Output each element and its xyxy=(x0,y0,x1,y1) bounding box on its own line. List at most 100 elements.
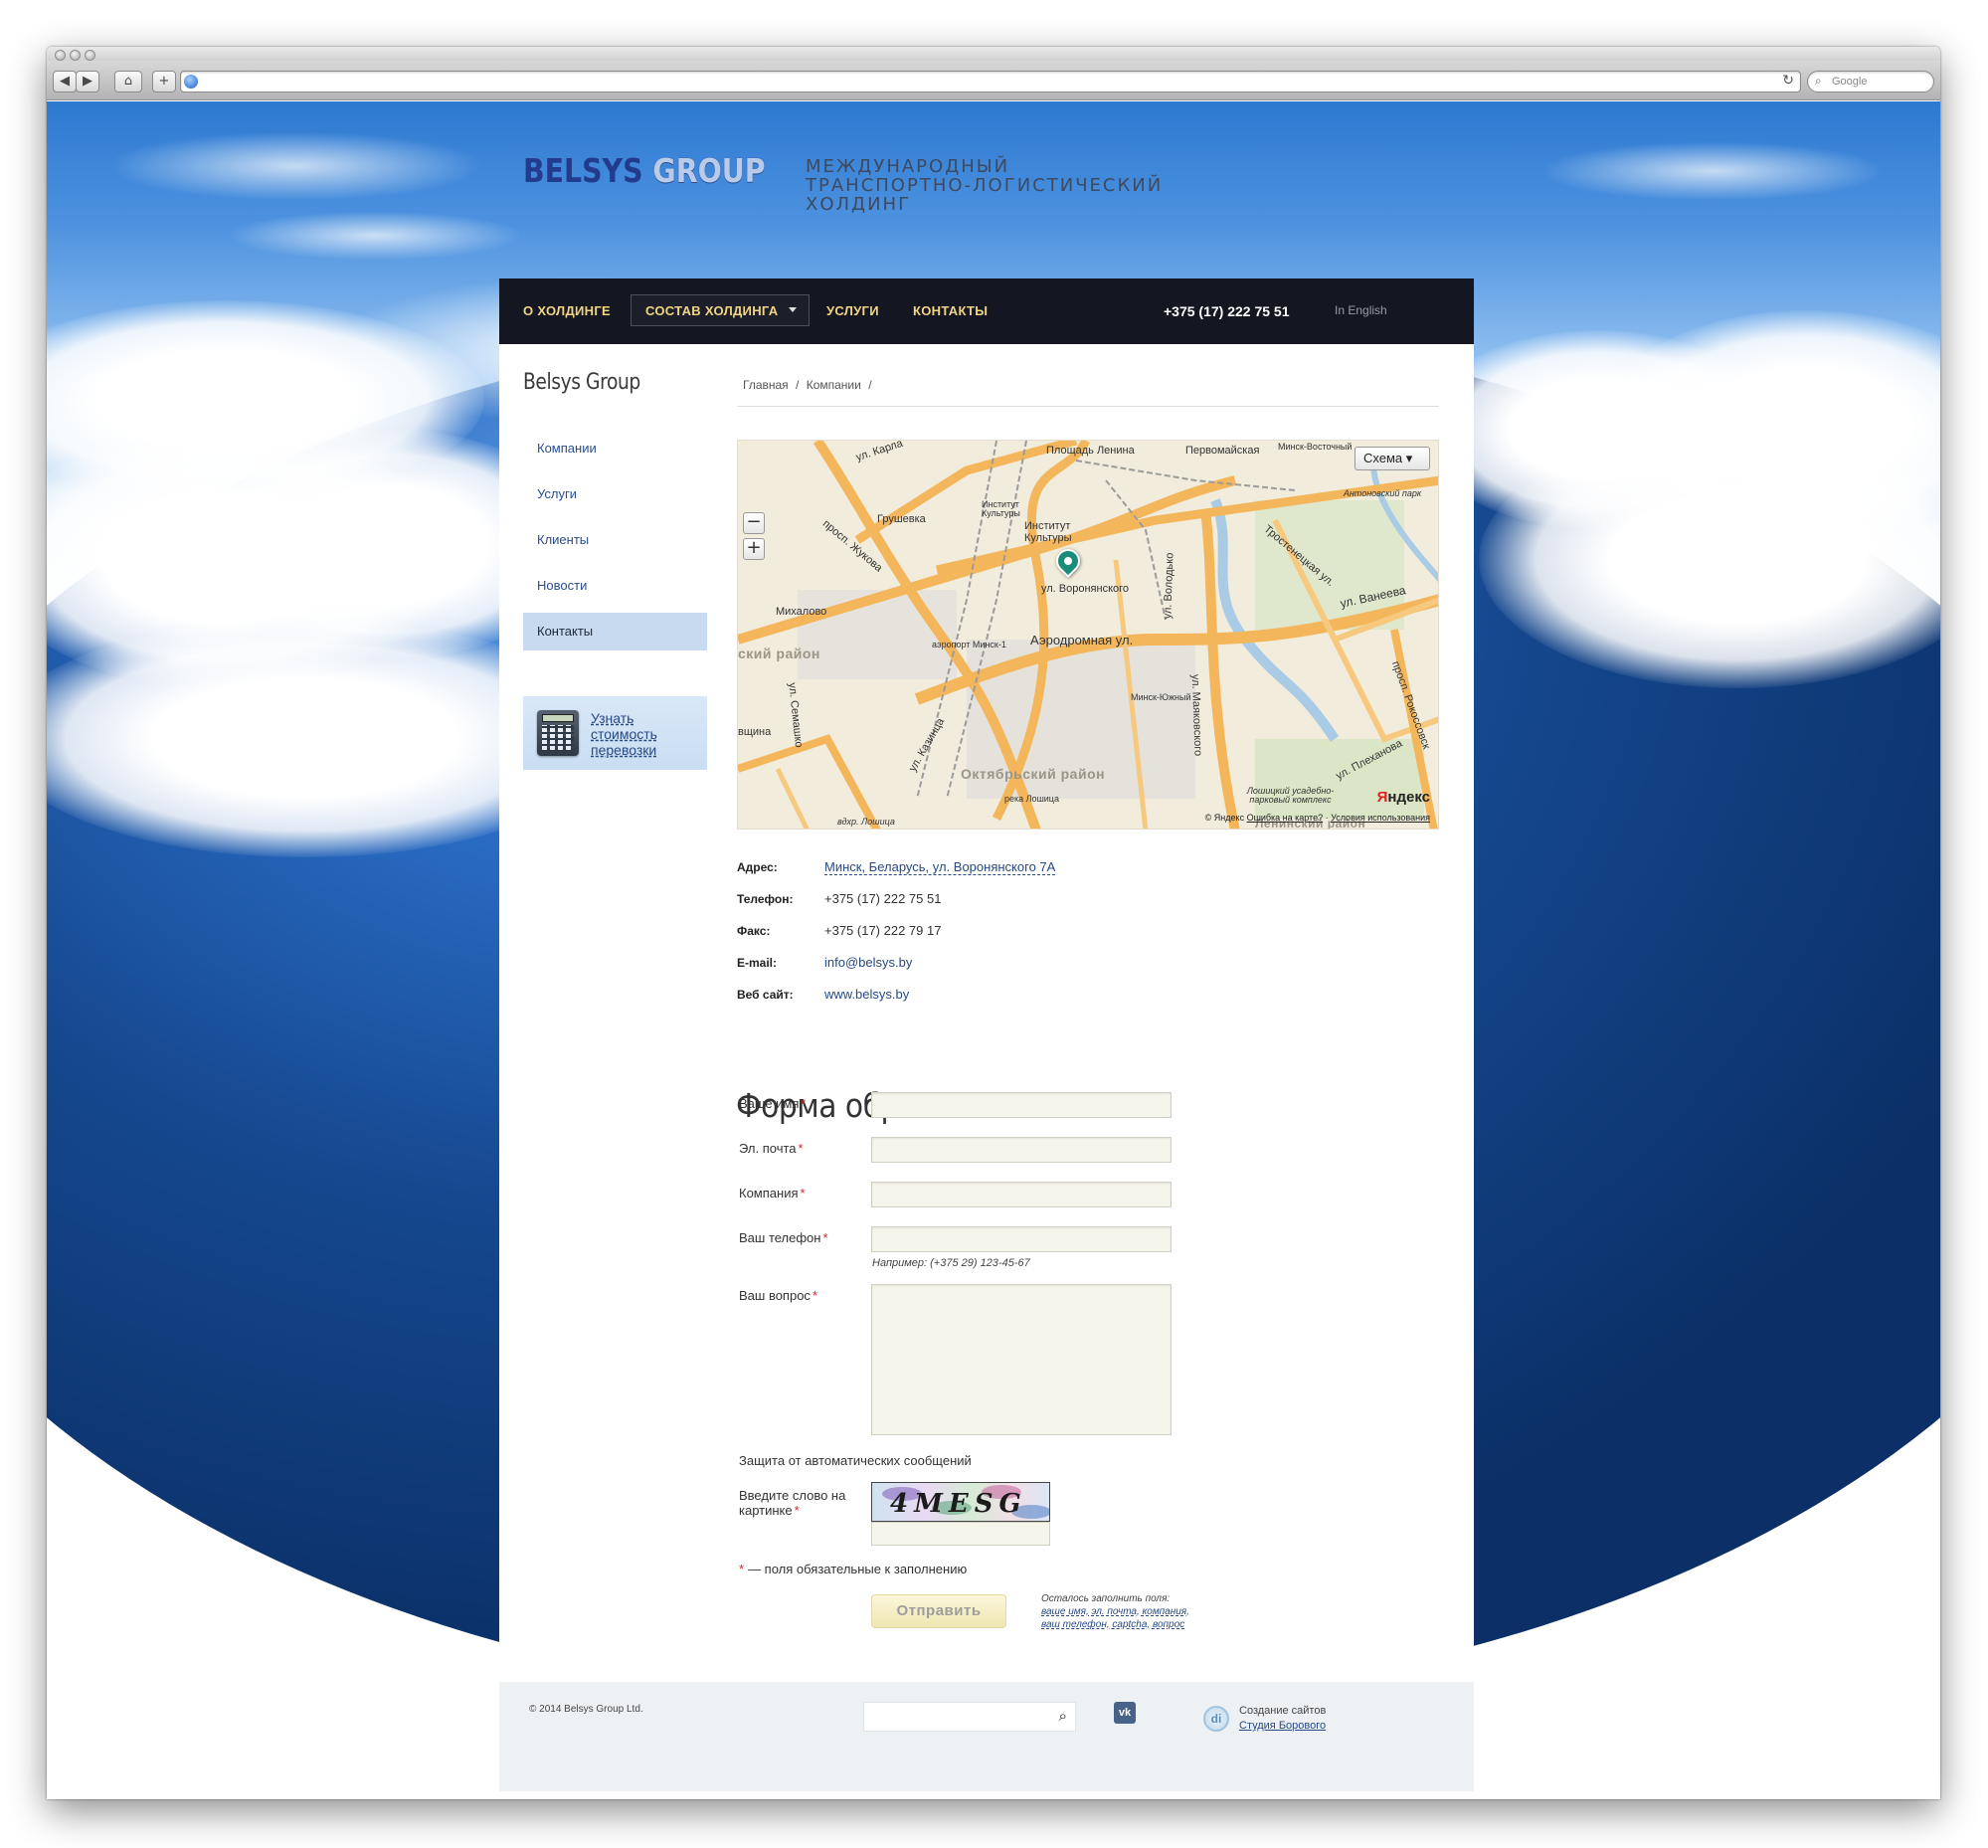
header-phone: +375 (17) 222 75 51 xyxy=(1164,303,1290,319)
reload-icon[interactable]: ↻ xyxy=(1782,73,1794,89)
cost-calculator-banner[interactable]: Узнать стоимость перевозки xyxy=(523,696,707,770)
map-label: ул. Воронянского xyxy=(1041,583,1130,595)
nav-holding-dropdown[interactable]: СОСТАВ ХОЛДИНГА xyxy=(631,294,810,326)
map-error-link[interactable]: Ошибка на карте? xyxy=(1247,813,1324,823)
map-label: вщина xyxy=(738,726,772,738)
magnifier-icon[interactable]: ⌕ xyxy=(1059,1707,1067,1725)
company-field[interactable] xyxy=(871,1182,1172,1207)
language-switch[interactable]: In English xyxy=(1335,303,1387,317)
divider xyxy=(737,406,1439,407)
map-label: Антоновский парк xyxy=(1343,488,1422,498)
map-label: Минск-Восточный xyxy=(1278,442,1353,452)
map-label: Михалово xyxy=(776,606,827,618)
tagline-line: ТРАНСПОРТНО-ЛОГИСТИЧЕСКИЙ xyxy=(806,175,1164,196)
logo-group: GROUP xyxy=(652,151,766,190)
map-terms-link[interactable]: Условия использования xyxy=(1331,813,1430,823)
nav-contacts[interactable]: КОНТАКТЫ xyxy=(913,303,988,318)
map-copyright: © Яндекс Ошибка на карте? · Условия испо… xyxy=(1204,813,1430,823)
map-zoom-in-button[interactable]: + xyxy=(743,538,765,560)
sidebar-item-news[interactable]: Новости xyxy=(523,567,707,605)
cloud-wisp xyxy=(1538,141,1887,201)
map-zoom-out-button[interactable]: − xyxy=(743,512,765,534)
question-field[interactable] xyxy=(871,1284,1172,1435)
map-district: Октябрьский район xyxy=(961,766,1106,782)
browser-window: ◀ ▶ ⌂ + ↻ ⌕ Google BELSYS GROUP МЕЖДУНАР… xyxy=(47,47,1940,1799)
sidebar-item-contacts[interactable]: Контакты xyxy=(523,613,707,650)
yandex-map[interactable]: ул. Карла Площадь Ленина Первомайская Ми… xyxy=(737,440,1439,830)
close-window-icon[interactable] xyxy=(55,50,66,61)
back-arrow-icon[interactable]: ◀ xyxy=(53,71,77,92)
map-label: ул. Володько xyxy=(1162,552,1176,620)
map-label: Минск-Южный xyxy=(1131,692,1191,702)
map-type-selector[interactable]: Схема ▾ xyxy=(1355,447,1430,470)
website-label: Веб сайт: xyxy=(737,988,794,1002)
map-label: Первомайская xyxy=(1185,445,1260,457)
zoom-window-icon[interactable] xyxy=(85,50,95,61)
required-note: * — поля обязательные к заполнению xyxy=(739,1562,968,1576)
email-link[interactable]: info@belsys.by xyxy=(824,955,912,970)
logo-belsys: BELSYS xyxy=(523,151,643,190)
content-panel: Belsys Group Компании Услуги Клиенты Нов… xyxy=(499,344,1474,1737)
phone-hint: Например: (+375 29) 123-45-67 xyxy=(872,1257,1030,1269)
browser-search-field[interactable]: ⌕ Google xyxy=(1807,71,1934,92)
plus-icon[interactable]: + xyxy=(152,71,176,92)
studio-credit-text: Создание сайтов xyxy=(1239,1705,1327,1717)
studio-logo-icon[interactable]: di xyxy=(1203,1706,1229,1732)
cost-calculator-link[interactable]: Узнать стоимость перевозки xyxy=(591,710,690,758)
remaining-field-links[interactable]: ваше имя, эл. почта, компания, ваш телеф… xyxy=(1041,1605,1190,1631)
captcha-image: 4MESG xyxy=(871,1482,1050,1522)
website-link[interactable]: www.belsys.by xyxy=(824,987,909,1002)
question-label: Ваш вопрос * xyxy=(739,1288,817,1303)
breadcrumb-separator: / xyxy=(868,378,872,392)
sidebar-item-services[interactable]: Услуги xyxy=(523,475,707,513)
home-icon[interactable]: ⌂ xyxy=(114,71,142,92)
email-label: E-mail: xyxy=(737,956,778,970)
email-field-label: Эл. почта * xyxy=(739,1141,804,1156)
tagline-line: МЕЖДУНАРОДНЫЙ xyxy=(806,156,1010,177)
fax-value: +375 (17) 222 79 17 xyxy=(824,923,942,938)
forward-arrow-icon[interactable]: ▶ xyxy=(76,71,99,92)
nav-holding[interactable]: СОСТАВ ХОЛДИНГА xyxy=(645,303,778,318)
sidebar-item-clients[interactable]: Клиенты xyxy=(523,521,707,559)
page-viewport[interactable]: BELSYS GROUP МЕЖДУНАРОДНЫЙ ТРАНСПОРТНО-Л… xyxy=(47,101,1940,1799)
breadcrumb: Главная / Компании / xyxy=(743,378,876,392)
submit-button[interactable]: Отправить xyxy=(871,1594,1006,1628)
site-footer: © 2014 Belsys Group Ltd. ⌕ vk di Создани… xyxy=(499,1682,1474,1791)
breadcrumb-home[interactable]: Главная xyxy=(743,378,789,392)
captcha-text: 4MESG xyxy=(890,1489,1027,1519)
remaining-title: Осталось заполнить поля: xyxy=(1041,1593,1171,1604)
caret-down-icon xyxy=(789,307,797,312)
site-header: BELSYS GROUP МЕЖДУНАРОДНЫЙ ТРАНСПОРТНО-Л… xyxy=(499,101,1474,280)
cloud-wisp xyxy=(106,131,484,201)
footer-search-input[interactable]: ⌕ xyxy=(863,1702,1076,1732)
map-label: Лошицкий усадебно-парковый комплекс xyxy=(1246,786,1335,805)
cloud-wisp xyxy=(226,211,524,261)
captcha-field[interactable] xyxy=(871,1522,1050,1546)
phone-value: +375 (17) 222 75 51 xyxy=(824,891,942,906)
browser-toolbar: ◀ ▶ ⌂ + ↻ ⌕ Google xyxy=(47,61,1940,100)
nav-services[interactable]: УСЛУГИ xyxy=(826,303,879,318)
captcha-label: Введите слово на картинке * xyxy=(739,1488,846,1518)
vk-icon[interactable]: vk xyxy=(1114,1702,1136,1724)
yandex-logo[interactable]: Яндекс xyxy=(1377,789,1430,806)
map-copyright-text: © Яндекс xyxy=(1204,813,1245,823)
nav-about[interactable]: О ХОЛДИНГЕ xyxy=(523,303,611,318)
phone-label: Телефон: xyxy=(737,892,794,906)
sidebar-item-companies[interactable]: Компании xyxy=(523,430,707,467)
site-logo[interactable]: BELSYS GROUP xyxy=(523,151,766,190)
map-label: Грушевка xyxy=(877,513,926,525)
breadcrumb-separator: / xyxy=(796,378,800,392)
address-bar[interactable]: ↻ xyxy=(180,71,1801,92)
studio-link[interactable]: Студия Борового xyxy=(1239,1719,1326,1734)
company-label: Компания * xyxy=(739,1186,806,1201)
email-field[interactable] xyxy=(871,1137,1172,1163)
phone-field-label: Ваш телефон * xyxy=(739,1230,828,1245)
magnifier-icon: ⌕ xyxy=(1815,74,1822,88)
breadcrumb-companies[interactable]: Компании xyxy=(807,378,861,392)
phone-field[interactable] xyxy=(871,1226,1172,1252)
map-label: вдхр. Лошица xyxy=(837,817,895,827)
map-label: Аэродромная ул. xyxy=(1030,633,1134,647)
name-field[interactable] xyxy=(871,1092,1172,1118)
address-link[interactable]: Минск, Беларусь, ул. Воронянского 7А xyxy=(824,859,1056,875)
minimize-window-icon[interactable] xyxy=(70,50,81,61)
